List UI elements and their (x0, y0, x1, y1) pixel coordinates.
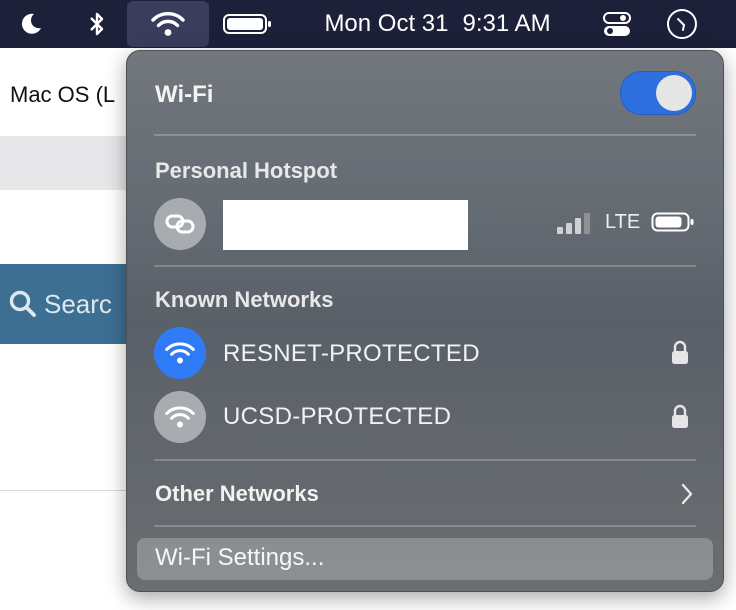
wifi-toggle[interactable] (620, 71, 696, 115)
menu-bar: Mon Oct 31 9:31 AM (0, 0, 736, 48)
hotspot-network-type: LTE (605, 211, 641, 233)
wifi-icon (154, 391, 206, 443)
separator (154, 525, 696, 527)
separator (154, 265, 696, 267)
wifi-connected-icon (154, 327, 206, 379)
control-center-icon[interactable] (597, 0, 637, 48)
chevron-right-icon (681, 483, 693, 505)
personal-hotspot-header: Personal Hotspot (155, 158, 338, 183)
network-name: UCSD-PROTECTED (223, 403, 452, 430)
wifi-menubar-button[interactable] (127, 1, 209, 47)
hotspot-battery-icon (651, 212, 694, 232)
lock-icon (672, 340, 688, 364)
wifi-settings-label: Wi-Fi Settings... (155, 544, 325, 571)
other-networks-label: Other Networks (155, 481, 319, 506)
wifi-settings-button[interactable]: Wi-Fi Settings... (137, 538, 713, 580)
separator (154, 459, 696, 461)
wifi-icon (151, 12, 185, 36)
battery-icon[interactable] (220, 0, 276, 48)
app-window-title: Mac OS (L (10, 82, 116, 107)
wifi-toggle-knob (656, 75, 692, 111)
app-search-bar[interactable]: Searc (0, 264, 140, 344)
app-divider (0, 490, 140, 491)
clock-date: Mon Oct 31 (324, 10, 449, 37)
clock-time: 9:31 AM (462, 10, 551, 37)
hotspot-device[interactable] (154, 198, 206, 250)
clock-widget-icon[interactable] (662, 0, 702, 48)
wifi-title: Wi-Fi (155, 81, 214, 108)
menubar-clock[interactable]: Mon Oct 31 9:31 AM (300, 0, 575, 48)
moon-icon[interactable] (10, 0, 50, 48)
known-networks-header: Known Networks (155, 287, 334, 312)
app-band (0, 136, 140, 190)
wifi-menu-panel: Wi-Fi Personal Hotspot LTE Known Network… (126, 50, 724, 592)
cellular-signal-icon (557, 213, 590, 234)
lock-icon (672, 404, 688, 428)
search-icon (9, 290, 36, 317)
app-search-placeholder: Searc (44, 288, 112, 319)
hotspot-name-redacted (223, 200, 468, 250)
network-name: RESNET-PROTECTED (223, 340, 480, 367)
bluetooth-icon[interactable] (80, 0, 114, 48)
separator (154, 134, 696, 136)
link-icon (165, 214, 195, 234)
